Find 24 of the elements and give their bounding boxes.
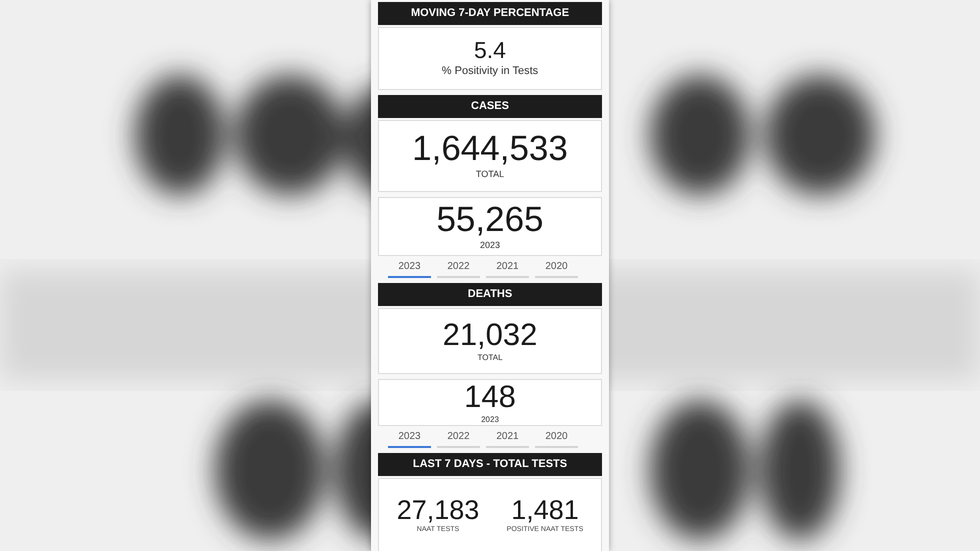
year-tab[interactable]: 2021 bbox=[486, 426, 529, 448]
year-tab[interactable]: 2022 bbox=[437, 426, 480, 448]
stat-label: TOTAL bbox=[476, 168, 504, 182]
stat-value: 1,481 bbox=[511, 494, 579, 525]
section-header: LAST 7 DAYS - TOTAL TESTS bbox=[378, 453, 602, 476]
section-header: DEATHS bbox=[378, 283, 602, 306]
year-tab[interactable]: 2020 bbox=[535, 426, 578, 448]
section-header: CASES bbox=[378, 95, 602, 118]
stat-value: 1,644,533 bbox=[412, 130, 568, 168]
year-tab[interactable]: 2023 bbox=[388, 256, 431, 278]
stat-label: % Positivity in Tests bbox=[442, 64, 538, 80]
stat-label: 2023 bbox=[480, 238, 500, 252]
year-tab[interactable]: 2022 bbox=[437, 256, 480, 278]
stat-value: 55,265 bbox=[436, 200, 544, 239]
section-header: MOVING 7-DAY PERCENTAGE bbox=[378, 2, 602, 25]
stat-value: 27,183 bbox=[396, 494, 480, 525]
year-tab[interactable]: 2020 bbox=[535, 256, 578, 278]
year-tab[interactable]: 2023 bbox=[388, 426, 431, 448]
stat-value: 21,032 bbox=[442, 318, 538, 352]
stat-label: 2023 bbox=[481, 414, 499, 426]
stat-value: 5.4 bbox=[474, 37, 506, 64]
year-tab[interactable]: 2021 bbox=[486, 256, 529, 278]
stat-value: 148 bbox=[464, 380, 516, 414]
stat-label: TOTAL bbox=[477, 352, 503, 364]
